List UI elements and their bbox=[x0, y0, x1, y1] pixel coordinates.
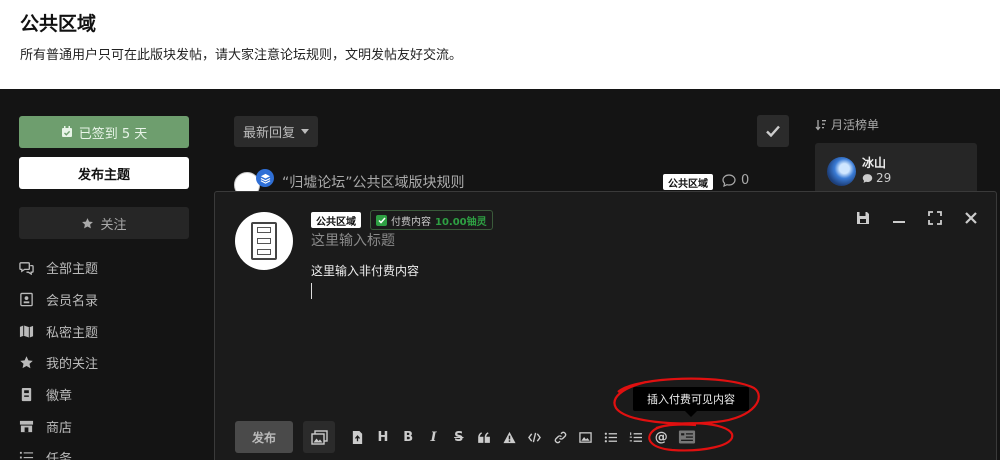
sort-desc-icon bbox=[815, 119, 826, 131]
sidebar-item-tasks[interactable]: 任务 bbox=[19, 442, 190, 460]
task-list-icon bbox=[19, 452, 34, 459]
page-title: 公共区域 bbox=[20, 13, 97, 35]
code-icon[interactable] bbox=[522, 421, 547, 453]
minimize-icon[interactable] bbox=[892, 211, 906, 225]
sidebar-item-label: 会员名录 bbox=[46, 294, 99, 310]
sidebar-item-all-threads[interactable]: 全部主题 bbox=[19, 252, 190, 284]
heading-icon[interactable]: H bbox=[370, 421, 395, 453]
sort-label: 最新回复 bbox=[242, 126, 295, 141]
quote-icon[interactable] bbox=[471, 421, 496, 453]
paid-content-badge[interactable]: 付费内容 10.00铀灵 bbox=[370, 210, 493, 230]
sidebar-nav: 全部主题 会员名录 私密主题 我的关注 徽章 商店 任务 bbox=[19, 252, 190, 460]
composer-window-controls bbox=[856, 211, 978, 225]
publish-button[interactable]: 发布 bbox=[235, 421, 293, 453]
comment-icon bbox=[722, 174, 736, 187]
save-draft-icon[interactable] bbox=[856, 211, 870, 225]
sidebar-item-store[interactable]: 商店 bbox=[19, 410, 190, 442]
check-icon bbox=[376, 214, 387, 226]
mark-all-read-button[interactable] bbox=[757, 115, 789, 147]
upload-file-icon[interactable] bbox=[345, 421, 370, 453]
composer-panel: 公共区域 付费内容 10.00铀灵 这里输入非付费内容 插入付费可见内容 发布 … bbox=[214, 191, 997, 460]
follow-button[interactable]: 关注 bbox=[19, 207, 189, 239]
follow-label: 关注 bbox=[100, 217, 127, 233]
media-gallery-button[interactable] bbox=[303, 421, 335, 453]
images-icon bbox=[310, 429, 328, 445]
sidebar-item-private[interactable]: 私密主题 bbox=[19, 315, 190, 347]
comment-icon bbox=[862, 173, 873, 183]
sidebar-item-badges[interactable]: 徽章 bbox=[19, 379, 190, 411]
sidebar-item-label: 商店 bbox=[46, 420, 73, 436]
strikethrough-icon[interactable]: S bbox=[446, 421, 471, 453]
content-editor-text[interactable]: 这里输入非付费内容 bbox=[311, 262, 419, 279]
text-caret bbox=[311, 283, 312, 299]
star-icon bbox=[82, 217, 94, 228]
ordered-list-icon[interactable] bbox=[623, 421, 648, 453]
paid-content-icon[interactable] bbox=[674, 421, 699, 453]
paid-content-tooltip: 插入付费可见内容 bbox=[633, 387, 749, 417]
reply-count: 0 bbox=[741, 173, 750, 188]
ranking-user-count: 29 bbox=[862, 171, 891, 185]
sidebar-item-members[interactable]: 会员名录 bbox=[19, 284, 190, 316]
monthly-ranking: 月活榜单 冰山 29 bbox=[815, 116, 977, 199]
sidebar-item-label: 徽章 bbox=[46, 389, 73, 405]
bold-icon[interactable]: B bbox=[396, 421, 421, 453]
thread-tag[interactable]: 公共区域 bbox=[663, 174, 713, 190]
ranking-title: 月活榜单 bbox=[815, 116, 977, 133]
forum-header: 公共区域 所有普通用户只可在此版块发帖，请大家注意论坛规则，文明发帖友好交流。 bbox=[0, 0, 1000, 89]
ranking-user-name[interactable]: 冰山 bbox=[862, 154, 886, 171]
thread-reply-count: 0 bbox=[722, 173, 749, 188]
sidebar-item-label: 我的关注 bbox=[46, 357, 99, 373]
bullet-list-icon[interactable] bbox=[598, 421, 623, 453]
thread-title[interactable]: “归墟论坛”公共区域版块规则 bbox=[282, 172, 465, 192]
spoiler-icon[interactable] bbox=[497, 421, 522, 453]
ranking-count-value: 29 bbox=[876, 171, 892, 185]
seal-logo bbox=[251, 222, 277, 260]
ranking-title-text: 月活榜单 bbox=[831, 118, 880, 132]
member-card-icon bbox=[20, 292, 33, 307]
calendar-check-icon bbox=[61, 126, 72, 137]
sidebar-item-following[interactable]: 我的关注 bbox=[19, 347, 190, 379]
chat-bubbles-icon bbox=[19, 262, 34, 276]
italic-icon[interactable]: I bbox=[421, 421, 446, 453]
avatar[interactable] bbox=[827, 157, 856, 186]
image-icon[interactable] bbox=[573, 421, 598, 453]
checkin-button[interactable]: 已签到 5 天 bbox=[19, 116, 189, 148]
fullscreen-icon[interactable] bbox=[928, 211, 942, 225]
store-icon bbox=[19, 420, 34, 432]
editor-toolbar: 发布 H B I S @ bbox=[215, 419, 996, 455]
sidebar-item-label: 任务 bbox=[46, 452, 73, 460]
checkin-label: 已签到 5 天 bbox=[78, 126, 148, 142]
new-thread-button[interactable]: 发布主题 bbox=[19, 157, 189, 189]
close-icon[interactable] bbox=[964, 211, 978, 225]
caret-down-icon bbox=[301, 129, 309, 134]
avatar bbox=[235, 212, 293, 270]
mention-icon[interactable]: @ bbox=[649, 421, 674, 453]
link-icon[interactable] bbox=[547, 421, 572, 453]
sidebar-item-label: 私密主题 bbox=[46, 325, 99, 341]
format-tools: H B I S @ bbox=[345, 421, 699, 453]
paid-label: 付费内容 bbox=[391, 216, 431, 228]
sticky-layers-icon bbox=[256, 169, 274, 187]
sort-dropdown[interactable]: 最新回复 bbox=[234, 116, 318, 147]
title-input[interactable] bbox=[311, 230, 851, 252]
sidebar-item-label: 全部主题 bbox=[46, 262, 99, 278]
star-icon bbox=[20, 356, 33, 369]
page-description: 所有普通用户只可在此版块发帖，请大家注意论坛规则，文明发帖友好交流。 bbox=[20, 48, 463, 63]
check-icon bbox=[766, 125, 780, 137]
paid-amount: 10.00铀灵 bbox=[435, 216, 487, 228]
composer-tag[interactable]: 公共区域 bbox=[311, 212, 361, 228]
map-icon bbox=[19, 325, 34, 338]
badge-icon bbox=[21, 388, 32, 402]
